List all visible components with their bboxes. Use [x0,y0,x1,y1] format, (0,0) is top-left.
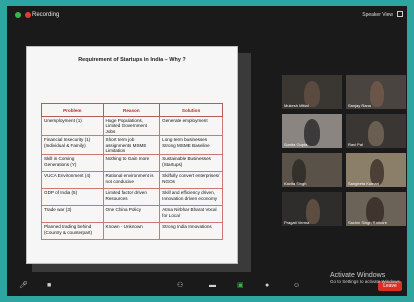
participant-tile[interactable]: Sangeeta Kumari [346,153,406,187]
table-row: VUCA Environment (4) Rational environmen… [41,171,223,190]
participant-video [368,121,384,146]
participant-tile[interactable]: Mukesh Mittal [282,75,342,109]
problem-cell: Unemployment (1) [41,115,104,137]
shared-slide: Requirement of Startups in India – Why ?… [26,46,238,264]
microphone-icon[interactable]: 🎤︎ [19,281,28,289]
solution-cell: Strong India Innovations [159,222,223,241]
header-solution: Solution [159,103,223,117]
recording-icon[interactable] [25,12,31,18]
table-row: GDP of India (5) Limited factor driven R… [41,188,223,207]
security-shield-icon[interactable] [15,12,21,18]
requirement-table: Problem Reason Solution Unemployment (1)… [41,103,223,241]
reason-cell: Limited factor driven Resources [102,188,161,207]
table-row: Skill in Coming Generations (Y) Nothing … [41,154,223,173]
problem-cell: Skill in Coming Generations (Y) [41,154,104,173]
participant-tile[interactable]: Pragati Verma [282,192,342,226]
share-screen-icon[interactable]: ▣ [237,281,244,289]
table-row: Planned trading behind (Country & counte… [41,222,223,241]
chat-icon[interactable]: ▬ [209,282,216,289]
reason-cell: Nothing to Gain more [102,154,161,173]
meeting-window: Recording Speaker View Requirement of St… [7,6,407,296]
record-icon[interactable]: ● [265,282,269,289]
participant-name: Ravi Pal [348,142,363,147]
solution-cell: Long term businesses Strong MSME Baselin… [159,135,223,156]
participant-name: Sangeeta Kumari [348,181,379,186]
slide-title: Requirement of Startups in India – Why ? [78,57,186,63]
problem-cell: VUCA Environment (4) [41,171,104,190]
reactions-icon[interactable]: ☺ [293,282,300,289]
participant-tile[interactable]: Kavita Singh [282,153,342,187]
participant-name: Sunita Gupta [284,142,308,147]
participant-name: Pragati Verma [284,220,310,225]
activate-windows-title: Activate Windows [330,272,386,279]
problem-cell: Planned trading behind (Country & counte… [41,222,104,241]
participant-video [370,81,384,107]
reason-cell: Rational environment is not conducive [102,171,161,190]
activate-windows-subtitle: Go to Settings to activate Windows. [330,279,402,284]
header-problem: Problem [41,103,104,117]
reason-cell: Known - Unknown [102,222,161,241]
recording-label: Recording [32,12,60,18]
participant-name: Sanjay Rana [348,103,371,108]
reason-cell: Huge Populations, Limited Government Job… [102,115,161,137]
solution-cell: Atma Nirbhar Bharat Vocal for Local [159,205,223,224]
problem-cell: Trade war (3) [41,205,104,224]
top-bar: Recording Speaker View [7,6,407,26]
participant-tile[interactable]: Sachin Singh Rathore [346,192,406,226]
solution-cell: Skilfully convert enterprises/ NGOs [159,171,223,190]
solution-cell: Sustainable Businesses (Startups) [159,154,223,173]
participant-tile[interactable]: Sanjay Rana [346,75,406,109]
fullscreen-icon[interactable] [397,11,403,17]
table-row: Trade war (3) One China Policy Atma Nirb… [41,205,223,224]
speaker-view-button[interactable]: Speaker View [362,12,393,18]
participant-tile[interactable]: Sunita Gupta [282,114,342,148]
reason-cell: Short term job assignments MSME Limitati… [102,135,161,156]
solution-cell: Generate employment [159,115,223,137]
table-header-row: Problem Reason Solution [41,103,223,117]
screenshot-frame: Recording Speaker View Requirement of St… [0,0,414,302]
problem-cell: GDP of India (5) [41,188,104,207]
participant-name: Mukesh Mittal [284,103,309,108]
header-reason: Reason [102,103,161,117]
table-row: Financial Insecurity (1) (Individual & F… [41,135,223,156]
problem-cell: Financial Insecurity (1) (Individual & F… [41,135,104,156]
participants-icon[interactable]: ⚇ [177,281,183,289]
reason-cell: One China Policy [102,205,161,224]
video-camera-icon[interactable]: ■ [47,282,51,289]
participant-name: Kavita Singh [284,181,307,186]
participant-tile[interactable]: Ravi Pal [346,114,406,148]
activate-windows-watermark: Activate Windows Go to Settings to activ… [330,272,401,284]
participant-name: Sachin Singh Rathore [348,220,387,225]
table-row: Unemployment (1) Huge Populations, Limit… [41,115,223,137]
solution-cell: Skill and efficiency driven, Innovation … [159,188,223,207]
